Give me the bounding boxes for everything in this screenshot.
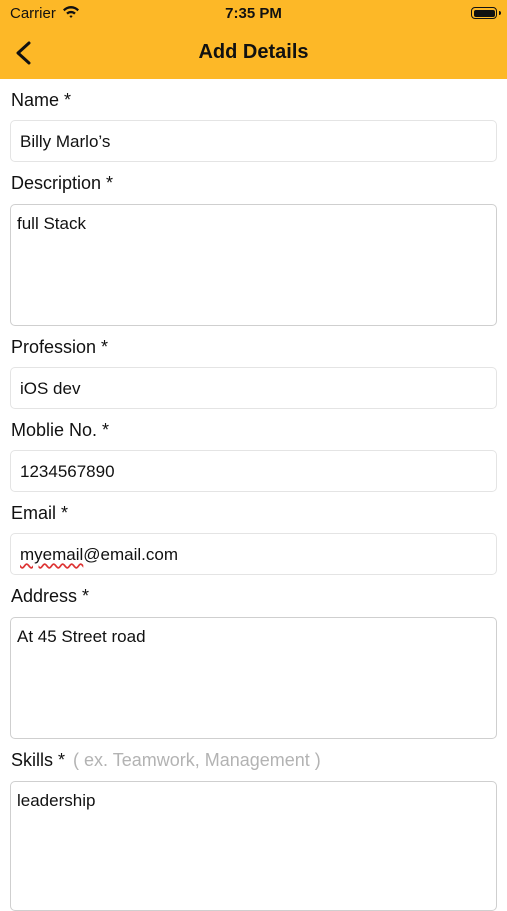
email-label: Email * [11, 503, 69, 523]
navigation-bar: Add Details [0, 26, 507, 79]
skills-field[interactable]: leadership [10, 781, 497, 911]
address-field[interactable]: At 45 Street road [10, 617, 497, 739]
page-title: Add Details [198, 41, 309, 63]
email-domain: @email.com [83, 545, 179, 564]
skills-label: Skills * [11, 750, 66, 770]
skills-label-row: Skills * ( ex. Teamwork, Management ) [11, 750, 321, 771]
skills-hint: ( ex. Teamwork, Management ) [73, 750, 321, 770]
email-field[interactable]: myemail@email.com [10, 533, 497, 575]
clock: 7:35 PM [225, 5, 282, 22]
name-field[interactable]: Billy Marlo’s [10, 120, 497, 162]
profession-field[interactable]: iOS dev [10, 367, 497, 409]
header-bar: Carrier 7:35 PM Add Details [0, 0, 507, 79]
description-field[interactable]: full Stack [10, 204, 497, 326]
profession-label: Profession * [11, 337, 109, 357]
mobile-field[interactable]: 1234567890 [10, 450, 497, 492]
address-label: Address * [11, 586, 90, 606]
name-label: Name * [11, 90, 72, 110]
status-bar: Carrier 7:35 PM [0, 0, 507, 26]
battery-icon [471, 7, 501, 19]
description-label: Description * [11, 173, 114, 193]
spellcheck-word: myemail [20, 545, 84, 564]
mobile-label: Moblie No. * [11, 420, 110, 440]
